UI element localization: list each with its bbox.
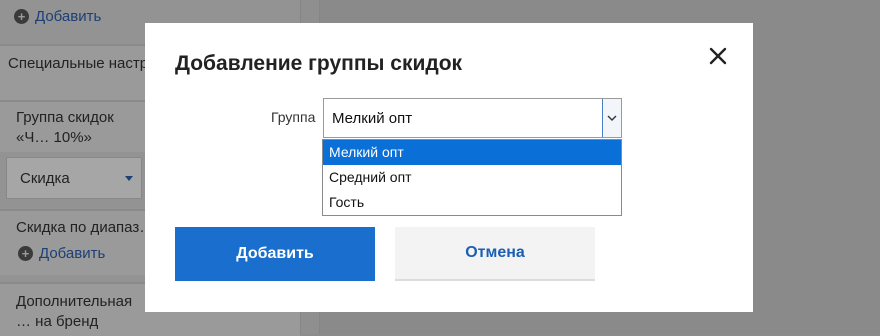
background-add-label: Добавить	[35, 8, 102, 25]
background-group-title: Группа скидок «Ч… 10%»	[16, 109, 114, 146]
cancel-button[interactable]: Отмена	[395, 227, 595, 281]
dialog-title: Добавление группы скидок	[175, 52, 463, 75]
background-special-title: Специальные настройки скидок/наценок	[8, 55, 148, 72]
background-range-title: Скидка по диапаз…	[16, 219, 144, 236]
dropdown-option-melkiy-opt[interactable]: Мелкий опт	[323, 140, 621, 165]
background-type-select-value: Скидка	[20, 169, 70, 187]
background-add-link-top[interactable]: + Добавить	[14, 8, 101, 25]
plus-circle-icon: +	[18, 246, 33, 261]
chevron-down-icon	[607, 115, 617, 121]
group-dropdown-list: Мелкий опт Средний опт Гость	[322, 139, 622, 216]
add-button[interactable]: Добавить	[175, 227, 375, 281]
plus-circle-icon: +	[14, 9, 29, 24]
background-type-select[interactable]: Скидка	[6, 157, 142, 199]
group-select[interactable]: Мелкий опт	[323, 98, 622, 138]
group-select-value: Мелкий опт	[332, 110, 413, 127]
close-icon	[709, 47, 727, 65]
caret-down-icon	[125, 176, 133, 181]
background-brand-title: Дополнительная … на бренд	[16, 293, 133, 330]
add-discount-group-dialog: Добавление группы скидок Группа Мелкий о…	[145, 23, 753, 312]
close-button[interactable]	[707, 45, 729, 67]
dropdown-option-gost[interactable]: Гость	[323, 190, 621, 215]
dropdown-option-sredniy-opt[interactable]: Средний опт	[323, 165, 621, 190]
dropdown-arrow-button[interactable]	[602, 99, 621, 137]
background-add-label: Добавить	[39, 245, 106, 262]
group-field-label: Группа	[271, 109, 316, 125]
background-add-link-range[interactable]: + Добавить	[18, 245, 105, 262]
